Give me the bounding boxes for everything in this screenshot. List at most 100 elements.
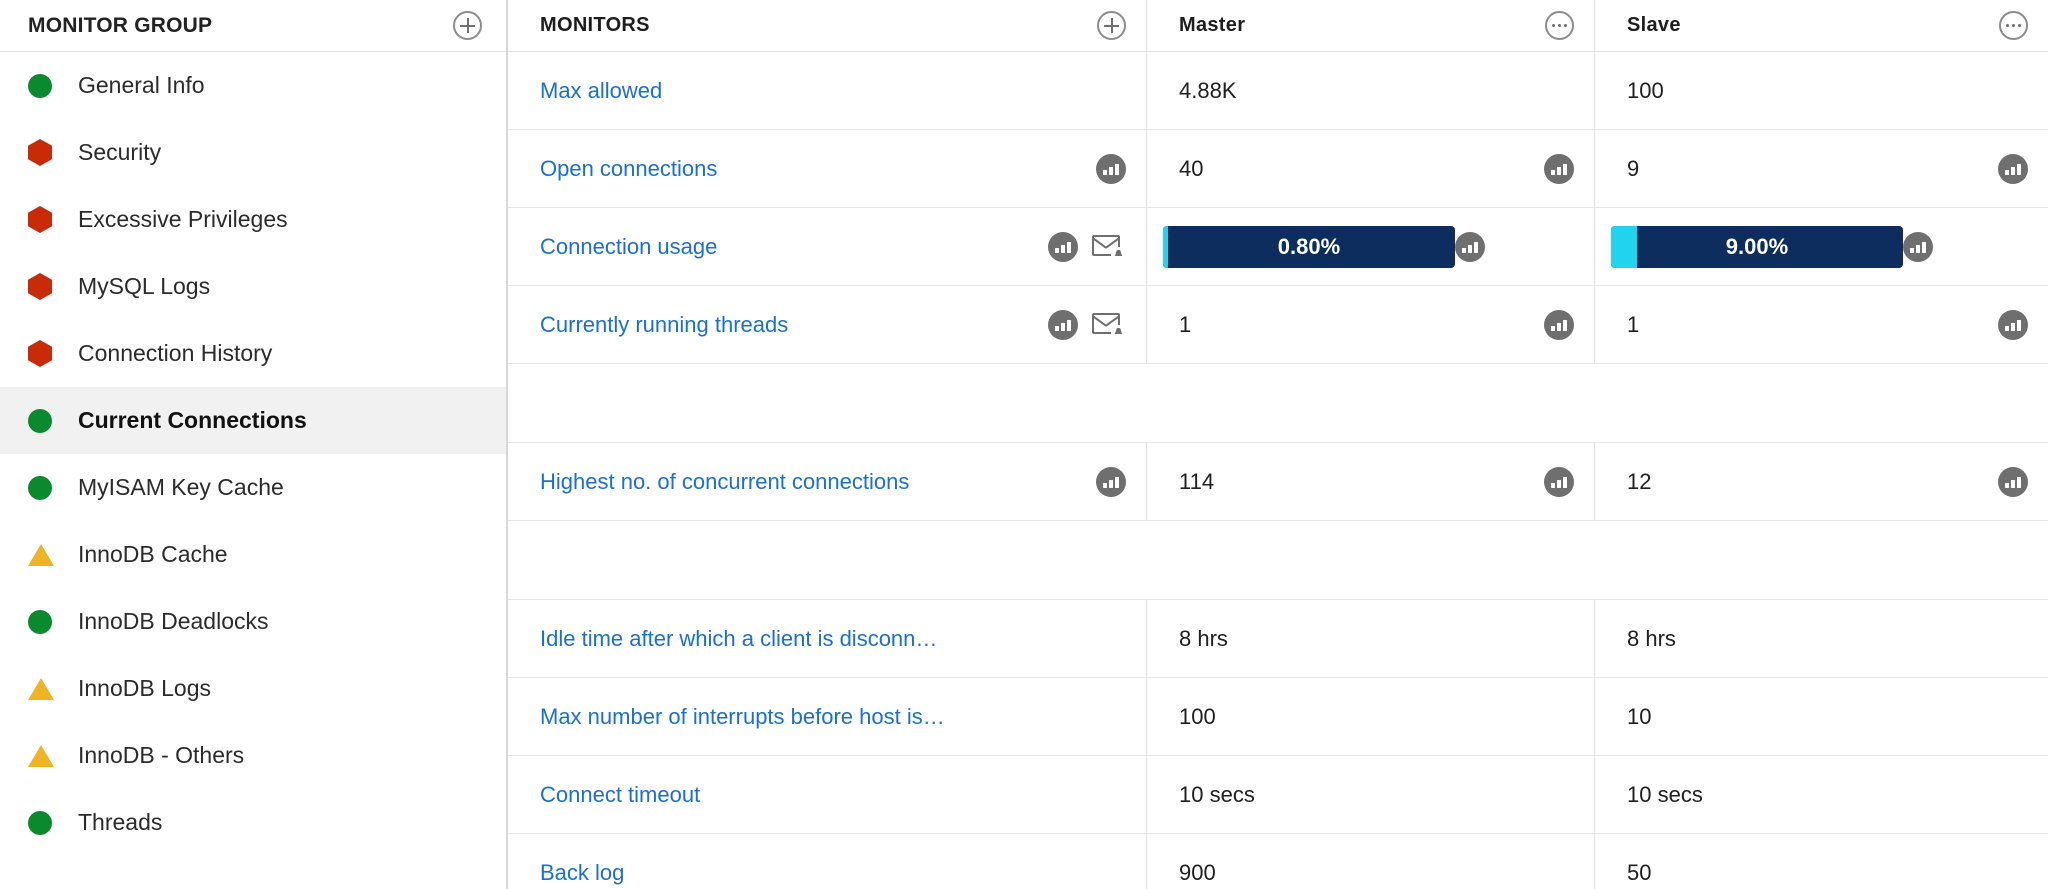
monitor-name-link[interactable]: Highest no. of concurrent connections (540, 469, 1096, 495)
progress-label: 9.00% (1725, 233, 1789, 259)
sidebar-item-label: General Info (78, 72, 205, 98)
sidebar-item-label: InnoDB Deadlocks (78, 608, 269, 634)
add-monitor-group-button[interactable] (453, 11, 482, 40)
chart-icon[interactable] (1048, 231, 1078, 262)
slave-value-cell: 9 (1594, 130, 2048, 207)
table-row: Currently running threads 1 1 (508, 286, 2048, 364)
sidebar-item-innodb-cache[interactable]: InnoDB Cache (0, 521, 506, 588)
sidebar-item-innodb-logs[interactable]: InnoDB Logs (0, 655, 506, 722)
progress-label: 0.80% (1277, 233, 1341, 259)
sidebar-item-current-connections[interactable]: Current Connections (0, 387, 506, 454)
master-value: 40 (1179, 155, 1204, 181)
chart-icon[interactable] (1096, 466, 1126, 497)
column-header-monitors-label: MONITORS (540, 14, 650, 36)
status-indicator (28, 73, 66, 98)
master-cell-actions (1544, 153, 1574, 184)
master-usage-progress-bar: 0.80% (1163, 225, 1455, 268)
master-value: 4.88K (1179, 77, 1237, 103)
sidebar-item-excessive-privileges[interactable]: Excessive Privileges (0, 186, 506, 253)
monitor-name-link[interactable]: Open connections (540, 156, 1096, 182)
chart-icon[interactable] (1544, 309, 1574, 340)
monitor-name-link[interactable]: Connect timeout (540, 782, 1126, 808)
mail-alert-icon[interactable] (1092, 232, 1126, 262)
slave-value-cell: 10 (1594, 678, 2048, 755)
slave-value: 1 (1627, 311, 1640, 337)
spacer-cell (1594, 521, 2048, 599)
master-value-cell: 1 (1146, 286, 1594, 363)
sidebar-item-connection-history[interactable]: Connection History (0, 320, 506, 387)
master-value: 1 (1179, 311, 1192, 337)
monitor-name-cell: Max allowed (508, 52, 1146, 129)
status-indicator (28, 340, 66, 367)
monitor-name-cell: Highest no. of concurrent connections (508, 443, 1146, 520)
slave-value-cell: 9.00% (1594, 208, 2048, 285)
status-circle-green-icon (28, 475, 52, 500)
sidebar-item-label: InnoDB - Others (78, 742, 245, 768)
chart-icon[interactable] (1903, 231, 1933, 262)
monitor-name-link[interactable]: Max number of interrupts before host is… (540, 704, 1126, 730)
slave-value-cell: 12 (1594, 443, 2048, 520)
monitor-name-link[interactable]: Idle time after which a client is discon… (540, 626, 1126, 652)
monitor-name-link[interactable]: Back log (540, 860, 1126, 886)
slave-cell-actions (1998, 153, 2028, 184)
status-indicator (28, 408, 66, 433)
sidebar-item-myisam-key-cache[interactable]: MyISAM Key Cache (0, 454, 506, 521)
table-row: Connect timeout 10 secs 10 secs (508, 756, 2048, 834)
status-indicator (28, 810, 66, 835)
master-value-cell: 100 (1146, 678, 1594, 755)
sidebar-item-label: MySQL Logs (78, 273, 211, 299)
monitor-group-sidebar: MONITOR GROUP General Info Security Excess… (0, 0, 508, 889)
chart-icon[interactable] (1455, 231, 1485, 262)
chart-icon[interactable] (1998, 466, 2028, 497)
master-value-cell: 114 (1146, 443, 1594, 520)
master-cell-actions (1544, 466, 1574, 497)
sidebar-item-mysql-logs[interactable]: MySQL Logs (0, 253, 506, 320)
status-indicator (28, 744, 66, 767)
chart-icon[interactable] (1048, 309, 1078, 340)
table-row: Max number of interrupts before host is…… (508, 678, 2048, 756)
master-value-cell: 10 secs (1146, 756, 1594, 833)
table-row: Open connections 40 9 (508, 130, 2048, 208)
spacer-cell (1146, 521, 1594, 599)
monitor-name-link[interactable]: Max allowed (540, 78, 1126, 104)
chart-icon[interactable] (1096, 153, 1126, 184)
add-monitor-button[interactable] (1097, 11, 1126, 40)
master-value: 114 (1179, 468, 1215, 494)
monitor-name-link[interactable]: Connection usage (540, 234, 1048, 260)
sidebar-item-security[interactable]: Security (0, 119, 506, 186)
slave-value-cell: 100 (1594, 52, 2048, 129)
master-value: 900 (1179, 859, 1216, 885)
table-row: Max allowed 4.88K 100 (508, 52, 2048, 130)
master-value: 8 hrs (1179, 625, 1228, 651)
monitor-name-link[interactable]: Currently running threads (540, 312, 1048, 338)
table-row: Back log 900 50 (508, 834, 2048, 889)
sidebar-item-list: General Info Security Excessive Privileges… (0, 52, 506, 889)
sidebar-header: MONITOR GROUP (0, 0, 506, 52)
plus-circle-icon (1104, 18, 1119, 33)
progress-fill (1163, 225, 1168, 268)
monitor-row-actions (1048, 231, 1126, 262)
status-indicator (28, 475, 66, 500)
sidebar-item-threads[interactable]: Threads (0, 789, 506, 856)
slave-value-cell: 8 hrs (1594, 600, 2048, 677)
column-header-master: Master (1146, 0, 1594, 51)
sidebar-item-general-info[interactable]: General Info (0, 52, 506, 119)
monitor-name-cell: Currently running threads (508, 286, 1146, 363)
slave-value: 9 (1627, 155, 1640, 181)
monitors-table: MONITORS Master Slave Max allowed 4.88K … (508, 0, 2048, 889)
slave-options-button[interactable] (1999, 11, 2028, 40)
monitor-name-cell: Max number of interrupts before host is… (508, 678, 1146, 755)
chart-icon[interactable] (1544, 153, 1574, 184)
mail-alert-icon[interactable] (1092, 310, 1126, 340)
chart-icon[interactable] (1998, 153, 2028, 184)
status-indicator (28, 543, 66, 566)
spacer-cell (508, 521, 1146, 599)
master-options-button[interactable] (1545, 11, 1574, 40)
chart-icon[interactable] (1998, 309, 2028, 340)
sidebar-item-innodb-deadlocks[interactable]: InnoDB Deadlocks (0, 588, 506, 655)
sidebar-item-innodb-others[interactable]: InnoDB - Others (0, 722, 506, 789)
chart-icon[interactable] (1544, 466, 1574, 497)
status-hexagon-red-icon (28, 206, 52, 233)
column-header-slave: Slave (1594, 0, 2048, 51)
sidebar-item-label: MyISAM Key Cache (78, 474, 284, 500)
